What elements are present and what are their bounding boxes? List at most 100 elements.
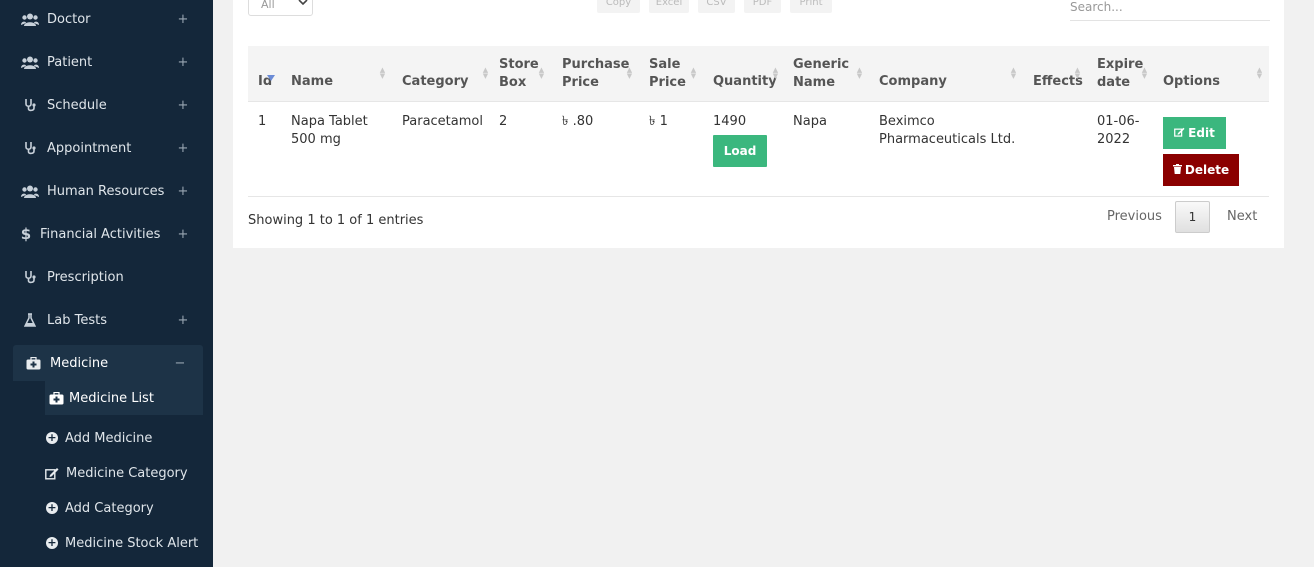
trash-icon bbox=[1172, 163, 1182, 177]
column-header-store-box[interactable]: Store Box bbox=[499, 46, 539, 102]
chevron-down-icon bbox=[298, 0, 308, 8]
sidebar: Doctor + Patient + Schedule + Appointmen… bbox=[0, 0, 213, 567]
sidebar-item-doctor[interactable]: Doctor + bbox=[0, 1, 213, 37]
sidebar-subitem-add-medicine[interactable]: + Add Medicine bbox=[45, 423, 152, 453]
sidebar-item-label: Human Resources bbox=[47, 183, 165, 199]
sort-icon: ▲ ▼ bbox=[1010, 66, 1017, 80]
header-label: Category bbox=[402, 74, 469, 89]
column-header-generic-name[interactable]: Generic Name bbox=[793, 46, 849, 102]
sidebar-subitem-label: Add Category bbox=[65, 500, 154, 516]
plus-circle-icon: + bbox=[46, 431, 58, 444]
print-button[interactable]: Print bbox=[790, 0, 832, 13]
column-header-expire-date[interactable]: Expire date bbox=[1097, 46, 1143, 102]
dollar-icon: $ bbox=[20, 225, 32, 243]
cell-expire-line: 01-06- bbox=[1097, 114, 1140, 129]
header-label: date bbox=[1097, 75, 1131, 90]
header-label: Sale bbox=[649, 57, 681, 72]
sidebar-item-label: Schedule bbox=[47, 97, 107, 113]
page-1-button[interactable]: 1 bbox=[1175, 201, 1210, 233]
cell-store-box: 2 bbox=[499, 114, 508, 129]
sidebar-item-human-resources[interactable]: Human Resources + bbox=[0, 173, 213, 209]
sidebar-item-patient[interactable]: Patient + bbox=[0, 44, 213, 80]
cell-quantity: 1490 bbox=[713, 114, 747, 129]
sidebar-item-appointment[interactable]: Appointment + bbox=[0, 130, 213, 166]
cell-name-line: Napa Tablet bbox=[291, 114, 368, 129]
sort-icon: ▲ ▼ bbox=[538, 66, 545, 80]
header-label: Box bbox=[499, 75, 527, 90]
plus-circle-icon: + bbox=[46, 501, 58, 514]
header-label: Purchase bbox=[562, 57, 630, 72]
cell-id: 1 bbox=[258, 114, 267, 129]
header-label: Price bbox=[649, 75, 686, 90]
pdf-button[interactable]: PDF bbox=[744, 0, 781, 13]
header-label: Name bbox=[793, 75, 836, 90]
sidebar-item-label: Medicine bbox=[50, 355, 109, 371]
entries-length-select[interactable]: All bbox=[248, 0, 313, 16]
table-row: 1 Napa Tablet 500 mg Paracetamol 2 ৳ .80 … bbox=[248, 102, 1269, 197]
sort-icon: ▲ ▼ bbox=[1074, 66, 1081, 80]
edit-label: Edit bbox=[1188, 126, 1215, 140]
sidebar-item-label: Patient bbox=[47, 54, 93, 70]
previous-page-button[interactable]: Previous bbox=[1107, 209, 1162, 224]
cell-expire-date: 01-06- 2022 bbox=[1097, 113, 1139, 149]
header-label: Store bbox=[499, 57, 539, 72]
csv-button[interactable]: CSV bbox=[698, 0, 735, 13]
users-icon bbox=[20, 185, 40, 198]
medicine-list-panel: All Copy Excel CSV PDF Print Search... I… bbox=[233, 0, 1284, 248]
sidebar-item-schedule[interactable]: Schedule + bbox=[0, 87, 213, 123]
expand-icon: + bbox=[177, 54, 189, 70]
expand-icon: + bbox=[177, 11, 189, 27]
search-input[interactable]: Search... bbox=[1070, 0, 1270, 21]
cell-name: Napa Tablet 500 mg bbox=[291, 113, 368, 149]
sidebar-item-label: Appointment bbox=[47, 140, 132, 156]
delete-button[interactable]: Delete bbox=[1163, 154, 1239, 186]
medkit-icon bbox=[23, 356, 43, 370]
sidebar-subitem-medicine-stock-alert[interactable]: + Medicine Stock Alert bbox=[45, 528, 198, 558]
sort-icon: ▲ ▼ bbox=[1141, 66, 1148, 80]
expand-icon: + bbox=[177, 97, 189, 113]
stethoscope-icon bbox=[20, 98, 40, 112]
expand-icon: + bbox=[177, 312, 189, 328]
header-label: Quantity bbox=[713, 74, 777, 89]
column-header-sale-price[interactable]: Sale Price bbox=[649, 46, 686, 102]
copy-button[interactable]: Copy bbox=[597, 0, 640, 13]
load-button[interactable]: Load bbox=[713, 135, 767, 167]
edit-button[interactable]: Edit bbox=[1163, 117, 1226, 149]
flask-icon bbox=[20, 313, 40, 327]
sidebar-subitem-medicine-category[interactable]: Medicine Category bbox=[45, 458, 188, 488]
sidebar-subitem-add-category[interactable]: + Add Category bbox=[45, 493, 154, 523]
sort-icon: ▲ ▼ bbox=[626, 66, 633, 80]
sort-icon: ▲ ▼ bbox=[772, 66, 779, 80]
edit-icon bbox=[45, 466, 59, 480]
sidebar-item-label: Doctor bbox=[47, 11, 91, 27]
sidebar-subitem-label: Add Medicine bbox=[65, 430, 153, 446]
sort-icon: ▲ ▼ bbox=[482, 66, 489, 80]
delete-label: Delete bbox=[1184, 163, 1230, 177]
sort-icon: ▲ ▼ bbox=[1256, 66, 1263, 80]
cell-purchase-price: ৳ .80 bbox=[562, 114, 594, 129]
header-label: Generic bbox=[793, 57, 850, 72]
table-header: Id Name ▲ ▼ Category ▲ ▼ Store Box ▲ ▼ Purch… bbox=[248, 46, 1269, 102]
header-label: Company bbox=[879, 74, 947, 89]
sort-icon: ▲ ▼ bbox=[856, 66, 863, 80]
users-icon bbox=[20, 13, 40, 26]
header-label: Options bbox=[1163, 74, 1220, 89]
sort-icon: ▲ ▼ bbox=[690, 66, 697, 80]
next-page-button[interactable]: Next bbox=[1227, 209, 1257, 224]
cell-category: Paracetamol bbox=[402, 114, 483, 129]
cell-company: Beximco Pharmaceuticals Ltd. bbox=[879, 113, 1015, 149]
sidebar-subitem-label: Medicine Category bbox=[66, 465, 188, 481]
excel-button[interactable]: Excel bbox=[649, 0, 689, 13]
plus-circle-icon: + bbox=[46, 536, 58, 549]
sidebar-subitem-label: Medicine List bbox=[69, 390, 154, 406]
sidebar-item-lab-tests[interactable]: Lab Tests + bbox=[0, 302, 213, 338]
column-header-purchase-price[interactable]: Purchase Price bbox=[562, 46, 629, 102]
sidebar-subitem-medicine-list[interactable]: Medicine List bbox=[45, 381, 203, 415]
sidebar-item-prescription[interactable]: Prescription bbox=[0, 259, 213, 295]
sidebar-item-financial-activities[interactable]: $ Financial Activities + bbox=[0, 216, 213, 252]
sidebar-subitem-label: Medicine Stock Alert bbox=[65, 535, 199, 551]
header-label: Name bbox=[291, 74, 334, 89]
length-select-value: All bbox=[261, 0, 275, 11]
sort-icon: ▲ ▼ bbox=[379, 66, 386, 80]
sidebar-item-medicine[interactable]: Medicine − bbox=[13, 345, 203, 381]
